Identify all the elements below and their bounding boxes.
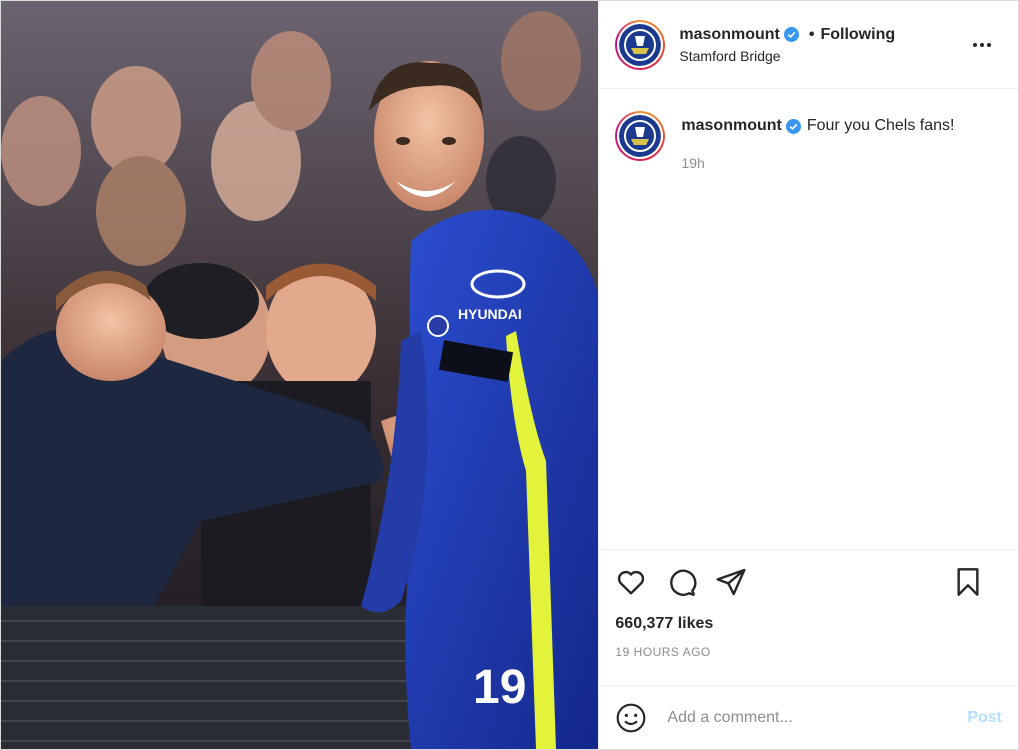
shirt-number-text: 19	[473, 661, 526, 714]
caption-text: Four you Chels fans!	[806, 117, 955, 134]
photo-illustration: HYUNDAI 19	[1, 1, 599, 749]
post-timestamp[interactable]: 19 HOURS AGO	[615, 645, 1002, 659]
comments-area: masonmount Four you Chels fans! 19h	[599, 89, 1018, 549]
chelsea-crest-icon	[619, 23, 662, 66]
caption-comment: masonmount Four you Chels fans! 19h	[615, 111, 1002, 171]
chelsea-crest-icon	[619, 115, 662, 157]
kit-sponsor-text: HYUNDAI	[458, 306, 522, 322]
location-link[interactable]: Stamford Bridge	[679, 48, 895, 64]
post-header: masonmount • Following Stamford Bridge	[599, 1, 1018, 89]
comment-input[interactable]	[665, 707, 968, 728]
add-comment-bar: Post	[599, 685, 1018, 749]
post-side-panel: masonmount • Following Stamford Bridge m…	[598, 1, 1018, 749]
caption-timestamp[interactable]: 19h	[681, 155, 954, 171]
post-container: HYUNDAI 19 masonmount • Following Stamfo…	[0, 0, 1019, 750]
following-button[interactable]: Following	[820, 26, 895, 44]
post-actions: 660,377 likes 19 HOURS AGO	[599, 549, 1018, 685]
post-photo[interactable]: HYUNDAI 19	[1, 1, 599, 749]
verified-badge-icon	[783, 27, 799, 42]
header-separator: •	[808, 25, 815, 43]
post-comment-button[interactable]: Post	[967, 709, 1002, 727]
comment-icon[interactable]	[665, 566, 697, 598]
caption-username[interactable]: masonmount	[681, 117, 781, 135]
likes-count[interactable]: 660,377 likes	[615, 615, 1002, 633]
header-username[interactable]: masonmount	[679, 26, 779, 44]
emoji-icon[interactable]	[615, 702, 647, 734]
avatar[interactable]	[615, 19, 666, 70]
more-horizontal-icon[interactable]	[970, 33, 994, 57]
share-icon[interactable]	[715, 566, 747, 598]
bookmark-icon[interactable]	[952, 566, 984, 598]
verified-badge-icon	[785, 118, 801, 134]
heart-icon[interactable]	[615, 566, 647, 598]
caption-avatar[interactable]	[615, 111, 666, 161]
